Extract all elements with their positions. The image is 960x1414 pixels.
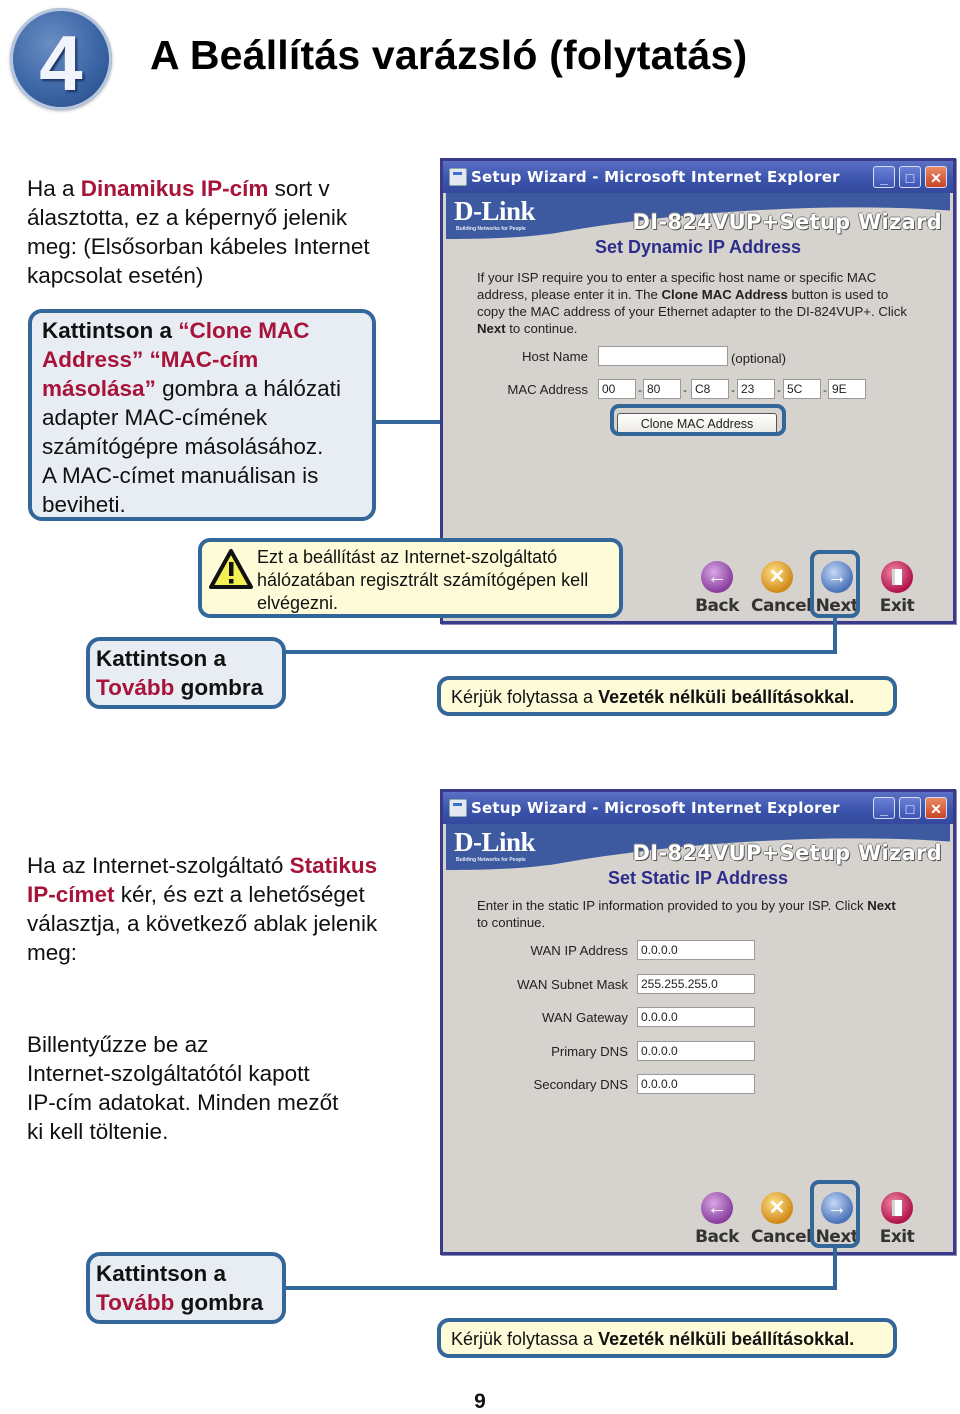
page-number: 9 bbox=[474, 1390, 486, 1413]
dlink-logo: D-Link bbox=[454, 196, 536, 226]
next-connector-vertical bbox=[833, 618, 837, 654]
ie-icon bbox=[449, 168, 467, 186]
secondary-dns-input[interactable]: 0.0.0.0 bbox=[637, 1074, 755, 1094]
close-button[interactable]: ✕ bbox=[925, 166, 947, 188]
host-name-hint: (optional) bbox=[731, 351, 786, 366]
wan-subnet-input[interactable]: 255.255.255.0 bbox=[637, 974, 755, 994]
close-button[interactable]: ✕ bbox=[925, 797, 947, 819]
back-arrow-icon: ← bbox=[701, 1192, 733, 1224]
window-description: Enter in the static IP information provi… bbox=[477, 898, 896, 930]
dlink-logo: D-Link bbox=[454, 827, 536, 857]
mac-octet-3[interactable]: C8 bbox=[691, 379, 729, 399]
dlink-tagline: Building Networks for People bbox=[456, 857, 526, 863]
maximize-button[interactable]: □ bbox=[899, 797, 921, 819]
exit-door-icon bbox=[881, 1192, 913, 1224]
wizard-name: DI-824VUP+Setup Wizard bbox=[632, 841, 942, 865]
wan-ip-label: WAN IP Address bbox=[530, 943, 628, 958]
cancel-x-icon: ✕ bbox=[761, 1192, 793, 1224]
dlink-banner: D-Link Building Networks for People DI-8… bbox=[446, 824, 950, 870]
minimize-button[interactable]: _ bbox=[873, 166, 895, 188]
wan-ip-input[interactable]: 0.0.0.0 bbox=[637, 940, 755, 960]
window-titlebar[interactable]: Setup Wizard - Microsoft Internet Explor… bbox=[443, 161, 953, 193]
dlink-tagline: Building Networks for People bbox=[456, 226, 526, 232]
step-number-badge: 4 bbox=[10, 8, 112, 110]
mac-octet-1[interactable]: 00 bbox=[598, 379, 636, 399]
window-title: Setup Wizard - Microsoft Internet Explor… bbox=[471, 168, 840, 186]
cancel-x-icon: ✕ bbox=[761, 561, 793, 593]
window-title: Setup Wizard - Microsoft Internet Explor… bbox=[471, 799, 840, 817]
clone-mac-callout: Kattintson a “Clone MAC Address” “MAC-cí… bbox=[28, 309, 376, 521]
minimize-button[interactable]: _ bbox=[873, 797, 895, 819]
next-connector-horizontal bbox=[283, 650, 837, 654]
primary-dns-input[interactable]: 0.0.0.0 bbox=[637, 1041, 755, 1061]
next-connector-vertical bbox=[833, 1248, 837, 1290]
back-button[interactable]: ← Back bbox=[691, 1192, 743, 1247]
window-heading: Set Static IP Address bbox=[607, 868, 789, 888]
secondary-dns-label: Secondary DNS bbox=[533, 1077, 628, 1092]
exit-button[interactable]: Exit bbox=[871, 561, 923, 616]
exit-door-icon bbox=[881, 561, 913, 593]
static-ip-highlight: Statikus bbox=[289, 853, 378, 878]
next-connector-horizontal bbox=[283, 1286, 837, 1290]
static-ip-window: Setup Wizard - Microsoft Internet Explor… bbox=[440, 789, 956, 1255]
static-instruction-text: Billentyűzze be az Internet-szolgáltatót… bbox=[27, 1032, 339, 1144]
window-description: If your ISP require you to enter a speci… bbox=[477, 270, 907, 336]
maximize-button[interactable]: □ bbox=[899, 166, 921, 188]
clone-button-highlight bbox=[610, 404, 786, 436]
static-intro-text: Ha az Internet-szolgáltató Statikus IP-c… bbox=[27, 853, 378, 965]
mac-address-label: MAC Address bbox=[507, 382, 588, 397]
next-callout: Kattintson a Tovább gombra bbox=[86, 637, 286, 709]
primary-dns-label: Primary DNS bbox=[551, 1044, 628, 1059]
wizard-name: DI-824VUP+Setup Wizard bbox=[632, 210, 942, 234]
mac-octet-2[interactable]: 80 bbox=[643, 379, 681, 399]
warning-callout: Ezt a beállítást az Internet-szolgáltató… bbox=[198, 538, 623, 618]
continue-note: Kérjük folytassa a Vezeték nélküli beáll… bbox=[437, 1318, 897, 1358]
continue-note: Kérjük folytassa a Vezeték nélküli beáll… bbox=[437, 676, 897, 716]
window-titlebar[interactable]: Setup Wizard - Microsoft Internet Explor… bbox=[443, 792, 953, 824]
window-heading: Set Dynamic IP Address bbox=[594, 237, 802, 257]
warning-icon bbox=[209, 549, 253, 589]
cancel-button[interactable]: ✕ Cancel bbox=[751, 561, 812, 616]
mac-octet-4[interactable]: 23 bbox=[737, 379, 775, 399]
ie-icon bbox=[449, 799, 467, 817]
host-name-input[interactable] bbox=[598, 346, 728, 366]
host-name-label: Host Name bbox=[522, 349, 588, 364]
back-arrow-icon: ← bbox=[701, 561, 733, 593]
page-title: A Beállítás varázsló (folytatás) bbox=[150, 32, 748, 78]
wan-subnet-label: WAN Subnet Mask bbox=[517, 977, 628, 992]
dlink-banner: D-Link Building Networks for People DI-8… bbox=[446, 193, 950, 239]
back-button[interactable]: ← Back bbox=[691, 561, 743, 616]
mac-octet-6[interactable]: 9E bbox=[828, 379, 866, 399]
next-button-highlight bbox=[810, 550, 860, 618]
next-button-highlight bbox=[810, 1180, 860, 1248]
step-number: 4 bbox=[39, 19, 83, 107]
exit-button[interactable]: Exit bbox=[871, 1192, 923, 1247]
mac-octet-5[interactable]: 5C bbox=[783, 379, 821, 399]
wan-gateway-input[interactable]: 0.0.0.0 bbox=[637, 1007, 755, 1027]
dynamic-ip-highlight: Dinamikus IP-cím bbox=[80, 176, 269, 201]
next-callout: Kattintson a Tovább gombra bbox=[86, 1252, 286, 1324]
cancel-button[interactable]: ✕ Cancel bbox=[751, 1192, 812, 1247]
wan-gateway-label: WAN Gateway bbox=[542, 1010, 628, 1025]
dynamic-intro-text: Ha a Dinamikus IP-cím sort v álasztotta,… bbox=[27, 176, 370, 288]
